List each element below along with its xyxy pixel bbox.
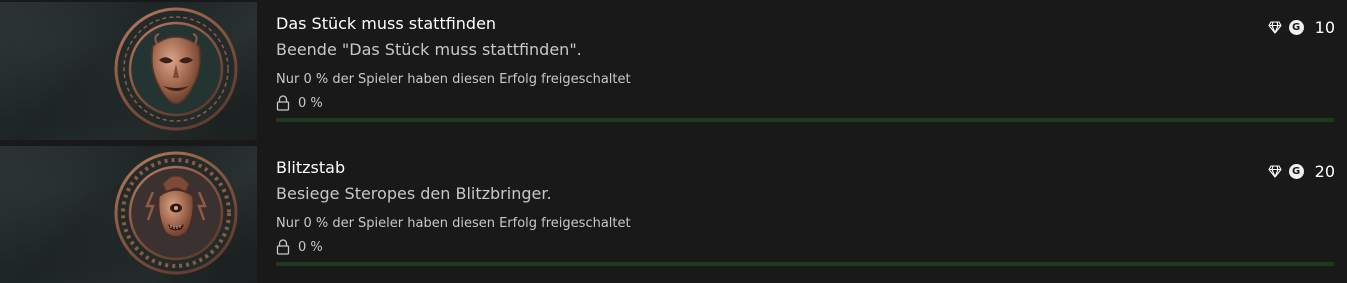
- achievement-description: Besiege Steropes den Blitzbringer.: [276, 184, 552, 203]
- progress-bar: [276, 118, 1334, 122]
- unlock-rate-text: Nur 0 % der Spieler haben diesen Erfolg …: [276, 72, 631, 87]
- achievement-row[interactable]: Das Stück muss stattfinden Beende "Das S…: [0, 2, 1347, 140]
- unlock-rate-text: Nur 0 % der Spieler haben diesen Erfolg …: [276, 216, 631, 231]
- progress-percent: 0 %: [298, 239, 323, 255]
- progress-status: 0 %: [276, 94, 323, 112]
- reward-info: G 20: [1268, 162, 1335, 181]
- progress-percent: 0 %: [298, 95, 323, 111]
- cyclops-head-icon: [114, 151, 238, 275]
- achievement-description: Beende "Das Stück muss stattfinden".: [276, 40, 582, 59]
- achievement-title: Das Stück muss stattfinden: [276, 14, 497, 33]
- diamond-icon: [1268, 165, 1282, 178]
- achievement-row[interactable]: Blitzstab Besiege Steropes den Blitzbrin…: [0, 146, 1347, 283]
- achievement-list: Das Stück muss stattfinden Beende "Das S…: [0, 0, 1347, 283]
- gamerscore-value: 10: [1314, 18, 1335, 37]
- reward-info: G 10: [1268, 18, 1335, 37]
- theater-mask-icon: [114, 7, 238, 131]
- achievement-title: Blitzstab: [276, 158, 346, 177]
- lock-icon: [276, 239, 290, 255]
- gamerscore-g-icon: G: [1288, 164, 1304, 179]
- achievement-artwork: [0, 2, 257, 140]
- lock-icon: [276, 95, 290, 111]
- gamerscore-value: 20: [1314, 162, 1335, 181]
- achievement-artwork: [0, 146, 257, 283]
- progress-bar: [276, 262, 1334, 266]
- gamerscore-g-icon: G: [1288, 20, 1304, 35]
- diamond-icon: [1268, 21, 1282, 34]
- progress-status: 0 %: [276, 238, 323, 256]
